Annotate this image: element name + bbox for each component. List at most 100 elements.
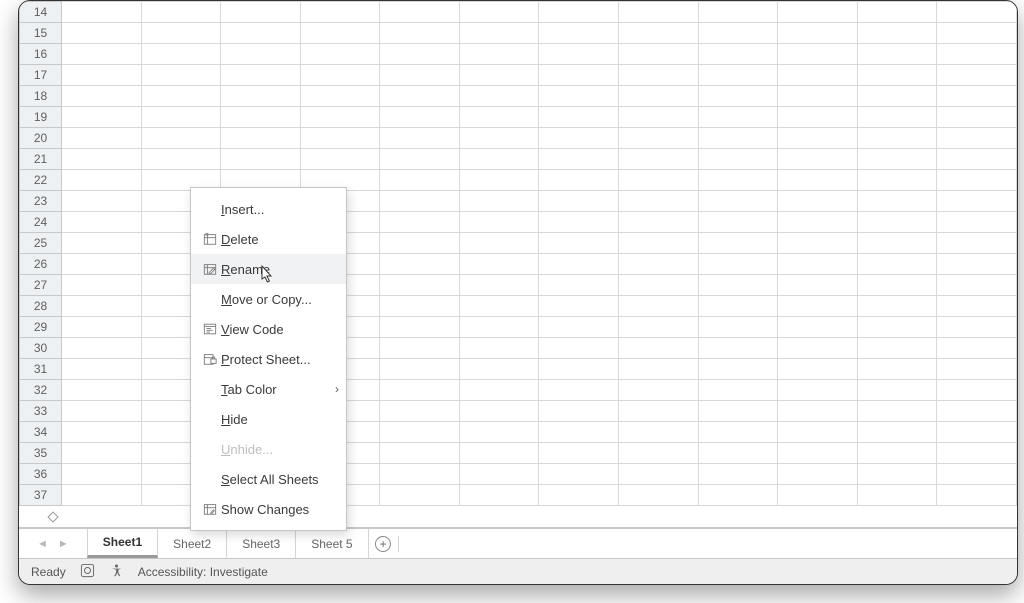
cell[interactable] — [937, 485, 1017, 506]
cell[interactable] — [778, 317, 858, 338]
cell[interactable] — [698, 401, 778, 422]
cell[interactable] — [778, 65, 858, 86]
cell[interactable] — [141, 65, 221, 86]
cell[interactable] — [778, 149, 858, 170]
cell[interactable] — [857, 2, 937, 23]
cell[interactable] — [459, 317, 539, 338]
cell[interactable] — [539, 86, 619, 107]
cell[interactable] — [380, 422, 460, 443]
row-header[interactable]: 33 — [20, 401, 62, 422]
cell[interactable] — [62, 485, 142, 506]
cell[interactable] — [459, 422, 539, 443]
cell[interactable] — [221, 107, 301, 128]
cell[interactable] — [539, 128, 619, 149]
cell[interactable] — [937, 359, 1017, 380]
cell[interactable] — [141, 2, 221, 23]
cell[interactable] — [937, 212, 1017, 233]
row-header[interactable]: 36 — [20, 464, 62, 485]
cell[interactable] — [62, 170, 142, 191]
cell[interactable] — [380, 128, 460, 149]
row-header[interactable]: 16 — [20, 44, 62, 65]
cell[interactable] — [937, 170, 1017, 191]
row-header[interactable]: 15 — [20, 23, 62, 44]
row-header[interactable]: 32 — [20, 380, 62, 401]
cell[interactable] — [62, 107, 142, 128]
cell[interactable] — [221, 2, 301, 23]
cell[interactable] — [619, 380, 699, 401]
cell[interactable] — [937, 191, 1017, 212]
cell[interactable] — [698, 191, 778, 212]
cell[interactable] — [380, 23, 460, 44]
cell[interactable] — [539, 401, 619, 422]
cell[interactable] — [698, 23, 778, 44]
add-sheet-button[interactable]: + — [369, 536, 399, 552]
cell[interactable] — [937, 296, 1017, 317]
cell[interactable] — [778, 86, 858, 107]
cell[interactable] — [459, 191, 539, 212]
cell[interactable] — [459, 65, 539, 86]
cell[interactable] — [539, 65, 619, 86]
menu-hide[interactable]: Hide — [191, 404, 346, 434]
cell[interactable] — [141, 86, 221, 107]
cell[interactable] — [141, 23, 221, 44]
menu-delete[interactable]: Delete — [191, 224, 346, 254]
menu-select-all-sheets[interactable]: Select All Sheets — [191, 464, 346, 494]
cell[interactable] — [62, 359, 142, 380]
cell[interactable] — [62, 296, 142, 317]
cell[interactable] — [619, 254, 699, 275]
cell[interactable] — [619, 191, 699, 212]
cell[interactable] — [857, 380, 937, 401]
cell[interactable] — [459, 443, 539, 464]
cell[interactable] — [380, 233, 460, 254]
cell[interactable] — [539, 359, 619, 380]
cell[interactable] — [619, 128, 699, 149]
cell[interactable] — [857, 443, 937, 464]
cell[interactable] — [539, 380, 619, 401]
cell[interactable] — [857, 128, 937, 149]
cell[interactable] — [459, 170, 539, 191]
cell[interactable] — [937, 401, 1017, 422]
menu-show-changes[interactable]: Show Changes — [191, 494, 346, 524]
cell[interactable] — [539, 233, 619, 254]
cell[interactable] — [380, 380, 460, 401]
cell[interactable] — [459, 2, 539, 23]
cell[interactable] — [937, 422, 1017, 443]
row-header[interactable]: 29 — [20, 317, 62, 338]
cell[interactable] — [778, 212, 858, 233]
cell[interactable] — [62, 380, 142, 401]
cell[interactable] — [459, 212, 539, 233]
row-header[interactable]: 20 — [20, 128, 62, 149]
cell[interactable] — [698, 65, 778, 86]
cell[interactable] — [539, 44, 619, 65]
cell[interactable] — [539, 464, 619, 485]
row-header[interactable]: 34 — [20, 422, 62, 443]
cell[interactable] — [539, 485, 619, 506]
cell[interactable] — [698, 212, 778, 233]
menu-view-code[interactable]: View Code — [191, 314, 346, 344]
cell[interactable] — [62, 401, 142, 422]
cell[interactable] — [300, 23, 380, 44]
cell[interactable] — [380, 317, 460, 338]
cell[interactable] — [459, 380, 539, 401]
cell[interactable] — [380, 401, 460, 422]
cell[interactable] — [62, 2, 142, 23]
cell[interactable] — [857, 170, 937, 191]
cell[interactable] — [698, 380, 778, 401]
cell[interactable] — [62, 233, 142, 254]
cell[interactable] — [698, 107, 778, 128]
row-header[interactable]: 27 — [20, 275, 62, 296]
cell[interactable] — [778, 401, 858, 422]
cell[interactable] — [619, 464, 699, 485]
cell[interactable] — [141, 128, 221, 149]
cell[interactable] — [619, 317, 699, 338]
sheet-tab[interactable]: Sheet1 — [87, 529, 158, 558]
row-header[interactable]: 22 — [20, 170, 62, 191]
cell[interactable] — [937, 107, 1017, 128]
cell[interactable] — [300, 86, 380, 107]
cell[interactable] — [778, 464, 858, 485]
cell[interactable] — [539, 170, 619, 191]
cell[interactable] — [857, 422, 937, 443]
cell[interactable] — [380, 464, 460, 485]
cell[interactable] — [937, 233, 1017, 254]
cell[interactable] — [380, 65, 460, 86]
